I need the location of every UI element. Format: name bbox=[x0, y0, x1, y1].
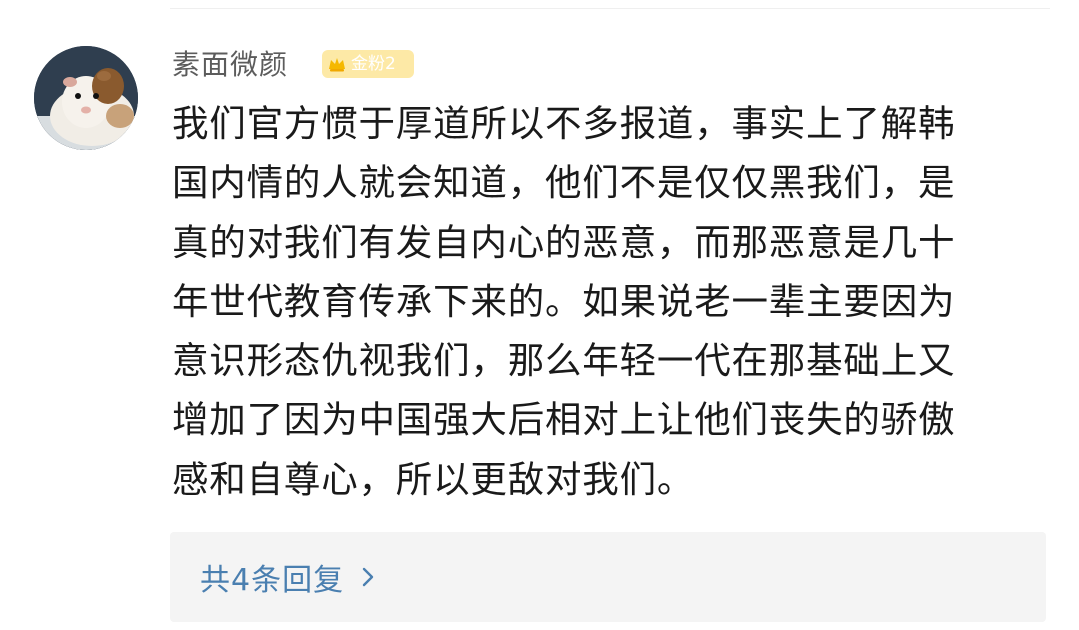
divider bbox=[170, 8, 1050, 9]
crown-icon bbox=[329, 58, 345, 72]
comment-line: 年世代教育传承下来的。如果说老一辈主要因为 bbox=[172, 279, 956, 323]
comment-line: 意识形态仇视我们，那么年轻一代在那基础上又 bbox=[172, 339, 956, 383]
comment-line: 增加了因为中国强大后相对上让他们丧失的骄傲 bbox=[172, 398, 956, 442]
chevron-right-icon bbox=[362, 567, 374, 587]
replies-count-label: 共4条回复 bbox=[200, 563, 345, 598]
view-replies-button[interactable]: 共4条回复 bbox=[170, 532, 1046, 622]
username[interactable]: 素面微颜 bbox=[172, 45, 288, 85]
comment-card: 素面微颜 金粉2 我们官方惯于厚道所以不多报道，事实上了解韩 国内情的人就会知道… bbox=[0, 0, 1079, 630]
avatar[interactable] bbox=[34, 46, 138, 150]
comment-line: 我们官方惯于厚道所以不多报道，事实上了解韩 bbox=[172, 102, 956, 145]
comment-line: 感和自尊心，所以更敌对我们。 bbox=[172, 457, 695, 501]
comment-line: 真的对我们有发自内心的恶意，而那恶意是几十 bbox=[172, 220, 956, 264]
guinea-pig-avatar-icon bbox=[34, 46, 138, 150]
fan-badge: 金粉2 bbox=[322, 50, 414, 78]
fan-badge-label: 金粉2 bbox=[351, 54, 396, 74]
comment-text: 我们官方惯于厚道所以不多报道，事实上了解韩 国内情的人就会知道，他们不是仅仅黑我… bbox=[172, 94, 1047, 509]
comment-line: 国内情的人就会知道，他们不是仅仅黑我们，是 bbox=[172, 161, 956, 205]
